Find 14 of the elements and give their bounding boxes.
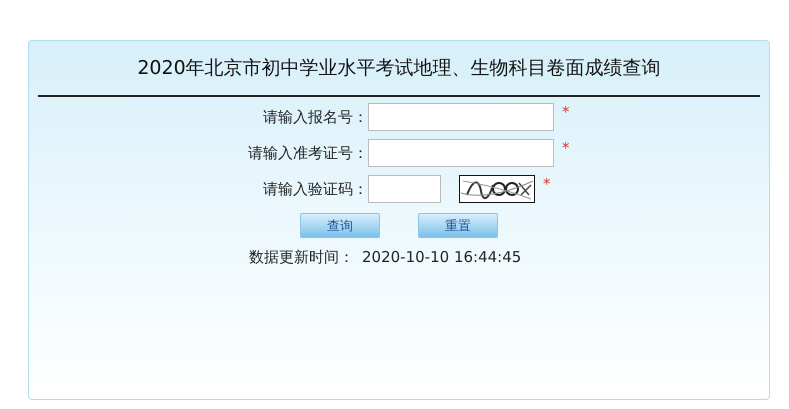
required-mark: * xyxy=(543,175,550,193)
field-label: 请输入准考证号： xyxy=(247,144,368,162)
required-mark: * xyxy=(562,139,570,157)
field-label: 请输入验证码： xyxy=(262,180,368,198)
captcha-field[interactable] xyxy=(368,175,441,203)
field-label: 请输入报名号： xyxy=(262,108,368,126)
required-mark: * xyxy=(562,103,570,121)
update-time-value: 2020-10-10 16:44:45 xyxy=(362,248,522,267)
form-button[interactable]: 查询 xyxy=(300,213,380,238)
page-title: 2020年北京市初中学业水平考试地理、生物科目卷面成绩查询 xyxy=(136,56,662,81)
input-field[interactable] xyxy=(368,139,554,167)
form-button[interactable]: 重置 xyxy=(418,213,498,238)
update-time-label: 数据更新时间： xyxy=(249,248,354,267)
input-field[interactable] xyxy=(368,103,554,131)
